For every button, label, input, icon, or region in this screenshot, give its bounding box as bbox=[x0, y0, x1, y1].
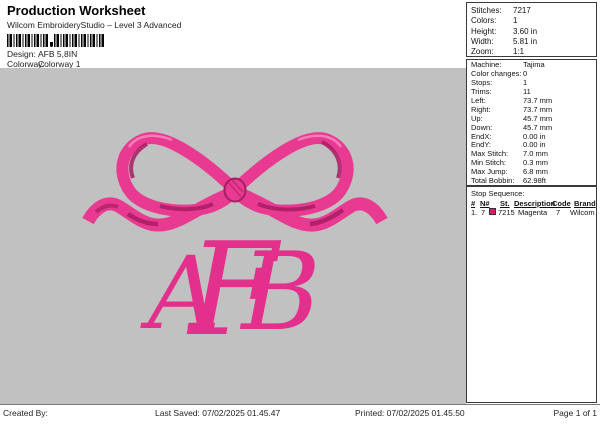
monogram-letter-b: B bbox=[239, 230, 320, 355]
barcode-comma bbox=[50, 42, 53, 47]
col-code: Code bbox=[552, 199, 571, 208]
stat-value: 5.81 in bbox=[513, 37, 537, 46]
design-summary-box: Stitches:7217 Colors:1 Height:3.60 in Wi… bbox=[466, 2, 597, 57]
barcode-bars-left bbox=[7, 34, 49, 47]
last-saved-text: Last Saved: 07/02/2025 01.45.47 bbox=[155, 408, 280, 418]
machine-value: 73.7 mm bbox=[523, 96, 552, 105]
stop-sequence-title: Stop Sequence: bbox=[467, 187, 596, 198]
stop-sequence-header: # N# St. Description Code Brand bbox=[467, 198, 596, 208]
bow-monogram-design: A F B bbox=[0, 68, 466, 404]
stat-label: Stitches: bbox=[471, 6, 513, 16]
created-by-label: Created By: bbox=[3, 408, 48, 418]
stat-label: Width: bbox=[471, 37, 513, 47]
col-brand: Brand bbox=[574, 199, 596, 208]
page-number: Page 1 of 1 bbox=[554, 408, 597, 418]
design-name-row: Design:AFB 5,8IN bbox=[7, 49, 77, 59]
col-description: Description bbox=[514, 199, 555, 208]
stat-colors: Colors:1 bbox=[471, 16, 596, 26]
thread-code: 7 bbox=[556, 208, 560, 217]
software-name: Wilcom EmbroideryStudio – Level 3 Advanc… bbox=[7, 20, 181, 30]
stat-label: Colors: bbox=[471, 16, 513, 26]
thread-num: 1. bbox=[471, 208, 477, 217]
stat-zoom: Zoom:1:1 bbox=[471, 47, 596, 57]
stat-width: Width:5.81 in bbox=[471, 37, 596, 47]
machine-value: 0.00 in bbox=[523, 132, 546, 141]
stat-stitches: Stitches:7217 bbox=[471, 6, 596, 16]
machine-info-box: Machine:Tajima Color changes:0 Stops:1 T… bbox=[466, 59, 597, 186]
machine-value: 0.00 in bbox=[523, 140, 546, 149]
stat-value: 7217 bbox=[513, 6, 531, 15]
thread-description: Magenta bbox=[518, 208, 547, 217]
design-barcode bbox=[7, 34, 107, 47]
production-worksheet-page: Production Worksheet Wilcom EmbroiderySt… bbox=[0, 0, 600, 424]
stop-sequence-box: Stop Sequence: # N# St. Description Code… bbox=[466, 186, 597, 403]
machine-value: 73.7 mm bbox=[523, 105, 552, 114]
stat-value: 1 bbox=[513, 16, 517, 25]
machine-value: 0.3 mm bbox=[523, 158, 548, 167]
machine-value: 7.0 mm bbox=[523, 149, 548, 158]
thread-brand: Wilcom bbox=[570, 208, 595, 217]
page-footer: Created By: Last Saved: 07/02/2025 01.45… bbox=[0, 404, 600, 424]
machine-label: Total Bobbin: bbox=[471, 177, 523, 186]
thread-row: 1. 7 7215 Magenta 7 Wilcom bbox=[467, 208, 596, 218]
design-label: Design: bbox=[7, 49, 38, 59]
machine-value: 1 bbox=[523, 78, 527, 87]
col-stitch: St. bbox=[500, 199, 510, 208]
machine-value: 6.8 mm bbox=[523, 167, 548, 176]
printed-text: Printed: 07/02/2025 01.45.50 bbox=[355, 408, 465, 418]
barcode-bars-right bbox=[54, 34, 104, 47]
machine-value: 0 bbox=[523, 69, 527, 78]
thread-color-swatch bbox=[489, 208, 496, 215]
machine-value: Tajima bbox=[523, 60, 545, 69]
stat-height: Height:3.60 in bbox=[471, 27, 596, 37]
thread-needle: 7 bbox=[481, 208, 485, 217]
stat-value: 3.60 in bbox=[513, 27, 537, 36]
stat-value: 1:1 bbox=[513, 47, 524, 56]
stat-label: Zoom: bbox=[471, 47, 513, 57]
machine-value: 62.98ft bbox=[523, 176, 546, 185]
machine-value: 11 bbox=[523, 87, 531, 96]
machine-row: Total Bobbin:62.98ft bbox=[471, 177, 596, 186]
design-preview-area: A F B bbox=[0, 68, 466, 404]
thread-code-number: 7215 bbox=[498, 208, 515, 217]
col-num: # bbox=[471, 199, 475, 208]
design-value: AFB 5,8IN bbox=[38, 49, 77, 59]
page-title: Production Worksheet bbox=[7, 3, 145, 18]
stat-label: Height: bbox=[471, 27, 513, 37]
col-needle: N# bbox=[480, 199, 490, 208]
machine-value: 45.7 mm bbox=[523, 123, 552, 132]
machine-value: 45.7 mm bbox=[523, 114, 552, 123]
